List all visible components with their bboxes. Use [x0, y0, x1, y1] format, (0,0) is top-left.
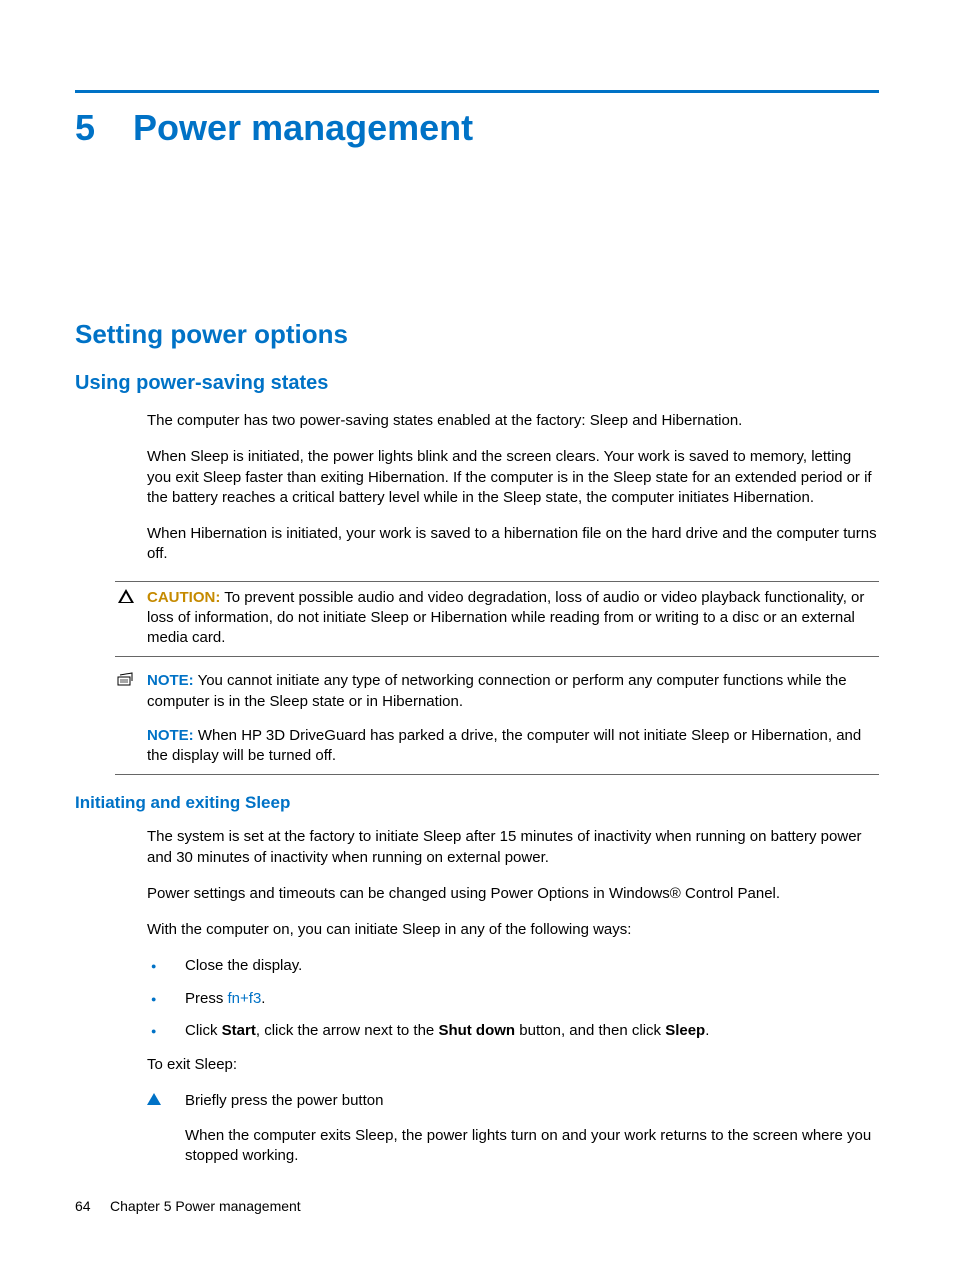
note-text: When HP 3D DriveGuard has parked a drive… — [147, 727, 861, 764]
caution-text: To prevent possible audio and video degr… — [147, 589, 864, 647]
caution-icon — [115, 589, 137, 608]
list-item: Press fn+f3. — [147, 989, 879, 1009]
subsection-heading: Using power-saving states — [75, 372, 879, 395]
key-combo: fn+f3 — [228, 990, 262, 1007]
paragraph: When Sleep is initiated, the power light… — [147, 447, 879, 508]
section-heading: Setting power options — [75, 319, 879, 350]
note-callout: NOTE: You cannot initiate any type of ne… — [115, 665, 879, 775]
paragraph: The system is set at the factory to init… — [147, 827, 879, 868]
bullet-list: Close the display. Press fn+f3. Click St… — [147, 956, 879, 1041]
paragraph: To exit Sleep: — [147, 1055, 879, 1075]
subsubsection-heading: Initiating and exiting Sleep — [75, 793, 879, 813]
note-label: NOTE: — [147, 672, 194, 689]
step-triangle-icon — [147, 1093, 161, 1105]
page-number: 64 — [75, 1198, 91, 1214]
paragraph: When Hibernation is initiated, your work… — [147, 524, 879, 565]
step-item: Briefly press the power button When the … — [147, 1091, 879, 1166]
list-item: Click Start, click the arrow next to the… — [147, 1021, 879, 1041]
caution-label: CAUTION: — [147, 589, 220, 606]
list-item: Close the display. — [147, 956, 879, 976]
paragraph: Power settings and timeouts can be chang… — [147, 884, 879, 904]
chapter-rule — [75, 90, 879, 93]
chapter-title: Power management — [133, 107, 473, 149]
note-label: NOTE: — [147, 727, 194, 744]
page-footer: 64 Chapter 5 Power management — [75, 1198, 301, 1214]
note-icon — [115, 672, 137, 690]
chapter-number: 5 — [75, 107, 95, 149]
note-text: You cannot initiate any type of networki… — [147, 672, 847, 709]
footer-label: Chapter 5 Power management — [110, 1198, 301, 1214]
caution-callout: CAUTION: To prevent possible audio and v… — [115, 581, 879, 658]
paragraph: The computer has two power-saving states… — [147, 411, 879, 431]
paragraph: With the computer on, you can initiate S… — [147, 920, 879, 940]
chapter-heading: 5 Power management — [75, 107, 879, 149]
